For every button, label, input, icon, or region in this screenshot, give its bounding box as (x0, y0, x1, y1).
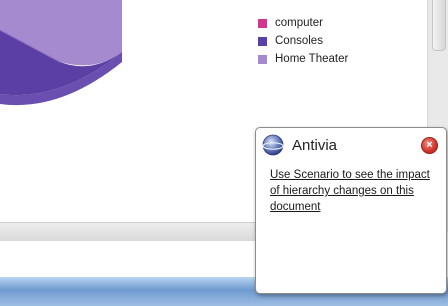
legend-label: Consoles (275, 35, 323, 47)
legend-item-consoles: Consoles (258, 32, 348, 50)
close-button[interactable]: × (421, 137, 438, 154)
pie-chart (0, 0, 122, 106)
legend-swatch (258, 36, 267, 46)
legend-item-home-theater: Home Theater (258, 50, 348, 68)
scenario-link[interactable]: Use Scenario to see the impact of hierar… (270, 167, 438, 215)
legend-label: computer (275, 17, 323, 29)
scrollbar-thumb[interactable] (432, 0, 446, 51)
popup-title: Antivia (292, 136, 338, 154)
legend-label: Home Theater (275, 53, 349, 65)
legend-swatch (258, 18, 267, 28)
legend-item-computer: computer (258, 14, 348, 32)
antivia-popup: Antivia × Use Scenario to see the impact… (255, 127, 447, 294)
antivia-logo-icon (262, 134, 284, 156)
chart-legend: computer Consoles Home Theater (258, 14, 348, 68)
close-icon[interactable]: × (426, 139, 432, 151)
popup-header: Antivia × (256, 128, 446, 162)
legend-swatch (258, 54, 267, 64)
